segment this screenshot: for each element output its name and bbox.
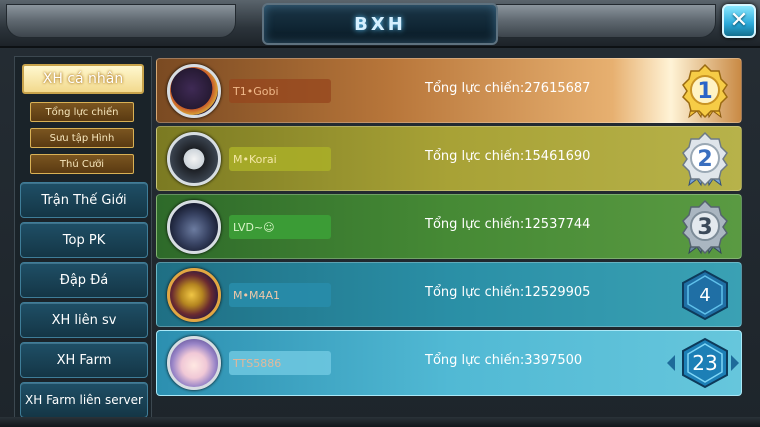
power-value: 12529905 xyxy=(524,285,591,300)
ranking-row-3[interactable]: LVD~☺ Tổng lực chiến:12537744 3 xyxy=(156,194,742,259)
rank-number: 4 xyxy=(699,284,711,306)
close-icon: ✕ xyxy=(729,8,749,33)
power-label: Tổng lực chiến: xyxy=(425,149,525,164)
nav-xh-farm-lien-server[interactable]: XH Farm liên server xyxy=(20,382,148,418)
avatar xyxy=(167,336,221,390)
avatar xyxy=(167,200,221,254)
close-button[interactable]: ✕ xyxy=(722,4,756,38)
subtab-thu-cuoi[interactable]: Thú Cưỡi xyxy=(30,154,134,174)
power-text: Tổng lực chiến:12529905 xyxy=(425,285,590,300)
nav-tran-the-gioi[interactable]: Trận Thế Giới xyxy=(20,182,148,218)
power-label: Tổng lực chiến: xyxy=(425,81,525,96)
rank-number: 23 xyxy=(692,351,718,375)
tab-xh-ca-nhan[interactable]: XH cá nhân xyxy=(22,64,144,94)
ranking-list: T1•Gobi Tổng lực chiến:27615687 1 M•Kora… xyxy=(156,56,742,398)
ranking-row-1[interactable]: T1•Gobi Tổng lực chiến:27615687 1 xyxy=(156,58,742,123)
power-value: 3397500 xyxy=(524,353,583,368)
arrow-right-icon xyxy=(731,355,739,371)
avatar xyxy=(167,268,221,322)
subtab-suu-tap-hinh[interactable]: Sưu tập Hình xyxy=(30,128,134,148)
power-value: 12537744 xyxy=(524,217,591,232)
power-text: Tổng lực chiến:15461690 xyxy=(425,149,590,164)
player-name: TTS5886 xyxy=(229,351,331,375)
bronze-medal-icon: 3 xyxy=(677,199,733,255)
power-value: 15461690 xyxy=(524,149,591,164)
header-plate-left xyxy=(6,4,236,38)
rank-number: 2 xyxy=(697,146,713,172)
rank-number: 3 xyxy=(697,214,713,240)
subtab-tong-luc-chien[interactable]: Tổng lực chiến xyxy=(30,102,134,122)
avatar xyxy=(167,64,221,118)
power-label: Tổng lực chiến: xyxy=(425,217,525,232)
bottom-bar xyxy=(0,417,760,427)
player-name: M•Korai xyxy=(229,147,331,171)
player-name: LVD~☺ xyxy=(229,215,331,239)
hexagon-badge-icon: 23 xyxy=(677,335,733,391)
power-label: Tổng lực chiến: xyxy=(425,285,525,300)
ranking-row-self[interactable]: TTS5886 Tổng lực chiến:3397500 23 xyxy=(156,330,742,396)
nav-xh-lien-sv[interactable]: XH liên sv xyxy=(20,302,148,338)
power-text: Tổng lực chiến:27615687 xyxy=(425,81,590,96)
power-text: Tổng lực chiến:12537744 xyxy=(425,217,590,232)
nav-dap-da[interactable]: Đập Đá xyxy=(20,262,148,298)
nav-xh-farm[interactable]: XH Farm xyxy=(20,342,148,378)
power-value: 27615687 xyxy=(524,81,591,96)
player-name: T1•Gobi xyxy=(229,79,331,103)
avatar xyxy=(167,132,221,186)
page-title: BXH xyxy=(354,13,406,35)
silver-medal-icon: 2 xyxy=(677,131,733,187)
gold-medal-icon: 1 xyxy=(677,63,733,119)
hexagon-badge-icon: 4 xyxy=(677,267,733,323)
ranking-row-4[interactable]: M•M4A1 Tổng lực chiến:12529905 4 xyxy=(156,262,742,327)
title-plate: BXH xyxy=(262,3,498,45)
power-label: Tổng lực chiến: xyxy=(425,353,525,368)
ranking-row-2[interactable]: M•Korai Tổng lực chiến:15461690 2 xyxy=(156,126,742,191)
player-name: M•M4A1 xyxy=(229,283,331,307)
nav-top-pk[interactable]: Top PK xyxy=(20,222,148,258)
top-bar: BXH ✕ xyxy=(0,0,760,48)
rank-number: 1 xyxy=(697,78,713,104)
header-plate-right xyxy=(486,4,716,38)
power-text: Tổng lực chiến:3397500 xyxy=(425,353,582,368)
arrow-left-icon xyxy=(667,355,675,371)
